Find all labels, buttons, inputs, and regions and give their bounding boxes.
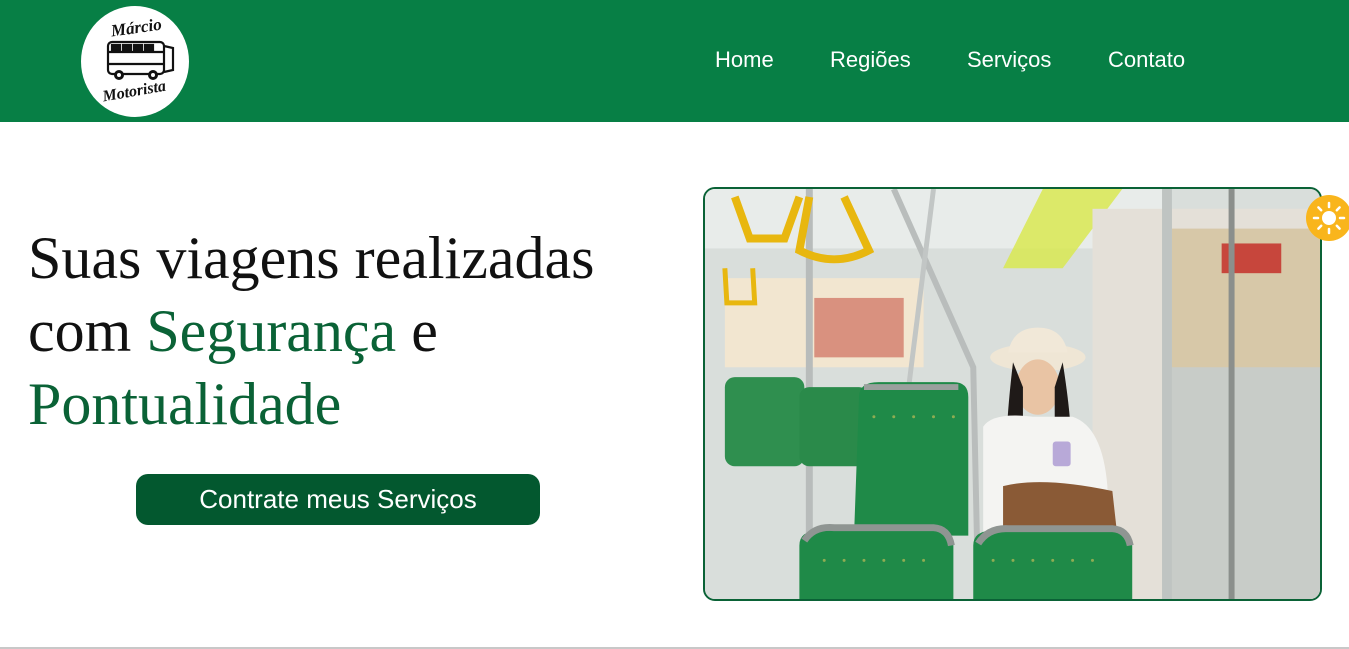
bus-icon: Márcio Motorista bbox=[100, 15, 175, 106]
theme-toggle-button[interactable] bbox=[1306, 195, 1349, 241]
logo-text-line2: Motorista bbox=[100, 78, 167, 106]
sun-icon bbox=[1312, 201, 1346, 235]
nav-contato[interactable]: Contato bbox=[1108, 46, 1185, 74]
hero-title: Suas viagens realizadas com Segurança e … bbox=[28, 222, 668, 441]
nav-regioes[interactable]: Regiões bbox=[830, 46, 911, 74]
logo-text-line1: Márcio bbox=[109, 15, 163, 41]
hero-title-com: com bbox=[28, 298, 132, 364]
hero-highlight-pontualidade: Pontualidade bbox=[28, 371, 342, 437]
nav-servicos[interactable]: Serviços bbox=[967, 46, 1051, 74]
hire-services-button[interactable]: Contrate meus Serviços bbox=[136, 474, 540, 525]
site-logo[interactable]: Márcio Motorista bbox=[81, 6, 189, 117]
hero-highlight-seguranca: Segurança bbox=[146, 298, 397, 364]
hero-image bbox=[703, 187, 1322, 601]
site-header: Márcio Motorista Home Regiões Serviços C… bbox=[0, 0, 1349, 122]
hero-title-line1: Suas viagens realizadas bbox=[28, 225, 595, 291]
hero-title-e: e bbox=[411, 298, 438, 364]
nav-home[interactable]: Home bbox=[715, 46, 774, 74]
